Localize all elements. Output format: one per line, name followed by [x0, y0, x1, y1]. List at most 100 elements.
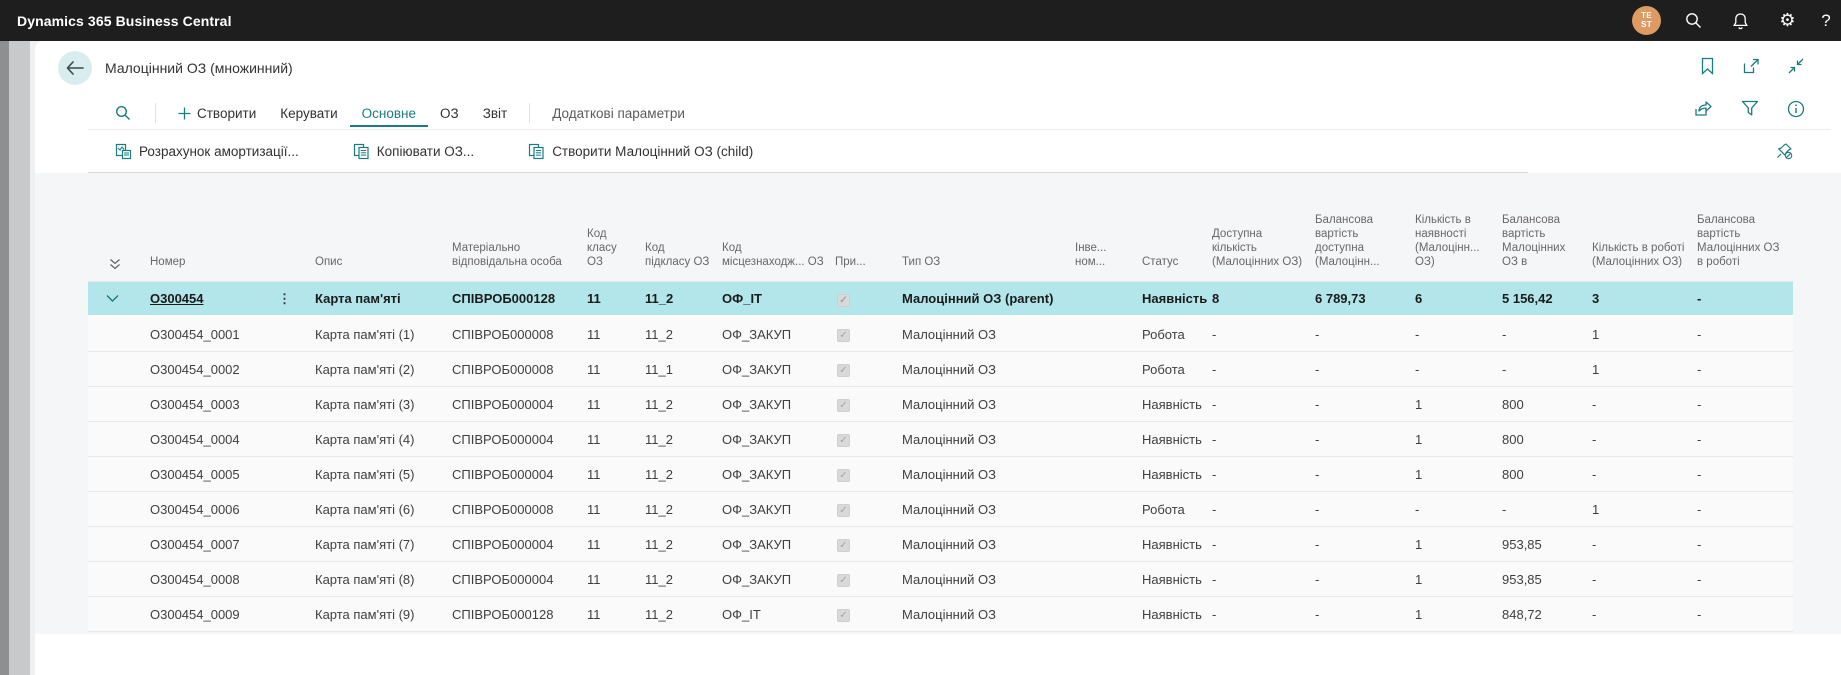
column-header-inwork-book-value[interactable]: Балансова вартість Малоцінних ОЗ в робот…	[1697, 213, 1793, 281]
filter-icon[interactable]	[1741, 100, 1759, 118]
cell-onhand-qty[interactable]: 1	[1415, 572, 1502, 587]
table-row[interactable]: О300454_0003Карта пам'яті (3)СПІВРОБ0000…	[88, 387, 1793, 422]
lookup-link[interactable]: 11_2	[645, 291, 673, 306]
cell-available-book-value[interactable]: -	[1315, 362, 1415, 377]
cell-inwork-qty[interactable]: -	[1592, 572, 1697, 587]
cell-number[interactable]: О300454_0008	[150, 572, 315, 587]
table-row[interactable]: О300454_0002Карта пам'яті (2)СПІВРОБ0000…	[88, 352, 1793, 387]
cell-responsible-person[interactable]: СПІВРОБ000008	[452, 502, 587, 517]
cell-class-code[interactable]: 11	[587, 291, 645, 306]
cell-description[interactable]: Карта пам'яті (5)	[315, 467, 452, 482]
cell-available-qty[interactable]: -	[1212, 362, 1315, 377]
table-row[interactable]: О300454_0007 Карта пам'яті (7)СПІВРОБ0000…	[88, 527, 1793, 562]
cell-number[interactable]: О300454_0007	[150, 537, 315, 552]
cell-class-code[interactable]: 11	[587, 362, 645, 377]
cell-inwork-qty[interactable]: 1	[1592, 362, 1697, 377]
cell-fa-type[interactable]: Малоцінний ОЗ	[902, 362, 1075, 377]
cell-status[interactable]: Робота	[1142, 327, 1212, 342]
cell-description[interactable]: Карта пам'яті	[315, 291, 452, 306]
cell-fa-type[interactable]: Малоцінний ОЗ	[902, 572, 1075, 587]
cell-subclass-code[interactable]: 11_2	[645, 572, 722, 587]
open-in-new-window-icon[interactable]	[1742, 57, 1760, 75]
cell-available-book-value[interactable]: -	[1315, 327, 1415, 342]
cell-class-code[interactable]: 11	[587, 607, 645, 622]
cell-status[interactable]: Робота	[1142, 362, 1212, 377]
cell-description[interactable]: Карта пам'яті (9)	[315, 607, 452, 622]
cell-available-book-value[interactable]: -	[1315, 432, 1415, 447]
cell-responsible-person[interactable]: СПІВРОБ000004	[452, 537, 587, 552]
unpin-icon[interactable]	[1775, 141, 1795, 161]
cell-responsible-person[interactable]: СПІВРОБ000008	[452, 327, 587, 342]
cell-description[interactable]: Карта пам'яті (6)	[315, 502, 452, 517]
list-search-icon[interactable]	[101, 105, 145, 121]
action-create-child[interactable]: Створити Малоцінний ОЗ (child)	[528, 143, 753, 160]
column-header-location-code[interactable]: Код місцезнаходж... ОЗ	[722, 241, 835, 281]
table-row[interactable]: О300454_0004Карта пам'яті (4)СПІВРОБ0000…	[88, 422, 1793, 457]
cell-onhand-qty[interactable]: -	[1415, 362, 1502, 377]
bookmark-icon[interactable]	[1700, 57, 1715, 75]
record-link[interactable]: О300454_0003	[150, 397, 240, 412]
cell-available-book-value[interactable]: -	[1315, 572, 1415, 587]
cell-onhand-qty[interactable]: -	[1415, 327, 1502, 342]
cell-onhand-qty[interactable]: 1	[1415, 467, 1502, 482]
cell-class-code[interactable]: 11	[587, 537, 645, 552]
cell-available-qty[interactable]: -	[1212, 537, 1315, 552]
cell-responsible-person[interactable]: СПІВРОБ000004	[452, 397, 587, 412]
cell-subclass-code[interactable]: 11_2	[645, 291, 722, 306]
cell-class-code[interactable]: 11	[587, 467, 645, 482]
cell-class-code[interactable]: 11	[587, 502, 645, 517]
cell-onhand-book-value[interactable]: 848,72	[1502, 607, 1592, 622]
cell-fa-type[interactable]: Малоцінний ОЗ (parent)	[902, 291, 1075, 306]
cell-available-qty[interactable]: 8	[1212, 291, 1315, 306]
cell-onhand-qty[interactable]: 1	[1415, 397, 1502, 412]
cell-location-code[interactable]: ОФ_ЗАКУП	[722, 397, 835, 412]
cell-inwork-book-value[interactable]: -	[1697, 572, 1793, 587]
lookup-link[interactable]: СПІВРОБ000128	[452, 291, 555, 306]
row-expand-chevron-icon[interactable]	[88, 294, 150, 303]
cell-inwork-book-value[interactable]: -	[1697, 432, 1793, 447]
column-header-available-qty[interactable]: Доступна кількість (Малоцінних ОЗ)	[1212, 227, 1315, 281]
action-copy-fa[interactable]: Копіювати ОЗ...	[353, 143, 474, 160]
cell-inwork-qty[interactable]: -	[1592, 607, 1697, 622]
record-link[interactable]: О300454_0005	[150, 467, 240, 482]
table-row[interactable]: О300454_0006 Карта пам'яті (6)СПІВРОБ0000…	[88, 492, 1793, 527]
cell-location-code[interactable]: ОФ_ЗАКУП	[722, 432, 835, 447]
record-link[interactable]: О300454_0007	[150, 537, 240, 552]
column-header-onhand-book-value[interactable]: Балансова вартість Малоцінних ОЗ в	[1502, 213, 1592, 281]
column-header-status[interactable]: Статус	[1142, 255, 1212, 281]
cell-class-code[interactable]: 11	[587, 572, 645, 587]
cell-inwork-book-value[interactable]: -	[1697, 362, 1793, 377]
cell-description[interactable]: Карта пам'яті (7)	[315, 537, 452, 552]
cell-available-book-value[interactable]: -	[1315, 502, 1415, 517]
notifications-bell-icon[interactable]	[1717, 0, 1764, 41]
cell-location-code[interactable]: ОФ_ІТ	[722, 607, 835, 622]
cell-fa-type[interactable]: Малоцінний ОЗ	[902, 502, 1075, 517]
cell-onhand-qty[interactable]: 1	[1415, 537, 1502, 552]
record-link[interactable]: О300454_0006	[150, 502, 240, 517]
cell-status[interactable]: Наявність	[1142, 291, 1212, 306]
cell-available-qty[interactable]: -	[1212, 432, 1315, 447]
record-link[interactable]: О300454_0001	[150, 327, 240, 342]
cell-available-qty[interactable]: -	[1212, 467, 1315, 482]
cell-available-qty[interactable]: -	[1212, 327, 1315, 342]
column-header-fa-type[interactable]: Тип ОЗ	[902, 255, 1075, 281]
cell-inwork-book-value[interactable]: -	[1697, 502, 1793, 517]
cell-fa-type[interactable]: Малоцінний ОЗ	[902, 397, 1075, 412]
cell-status[interactable]: Наявність	[1142, 397, 1212, 412]
cell-responsible-person[interactable]: СПІВРОБ000008	[452, 362, 587, 377]
cell-onhand-book-value[interactable]: 800	[1502, 467, 1592, 482]
settings-gear-icon[interactable]: ⚙	[1764, 0, 1811, 41]
cell-available-qty[interactable]: -	[1212, 397, 1315, 412]
cell-subclass-code[interactable]: 11_2	[645, 467, 722, 482]
cell-subclass-code[interactable]: 11_2	[645, 397, 722, 412]
search-icon[interactable]	[1670, 0, 1717, 41]
cell-number[interactable]: О300454⋮	[150, 291, 315, 306]
cell-inwork-book-value[interactable]: -	[1697, 327, 1793, 342]
cell-status[interactable]: Наявність	[1142, 432, 1212, 447]
cell-number[interactable]: О300454_0003	[150, 397, 315, 412]
cell-inwork-book-value[interactable]: -	[1697, 291, 1793, 306]
table-row[interactable]: О300454_0008Карта пам'яті (8)СПІВРОБ0000…	[88, 562, 1793, 597]
cell-responsible-person[interactable]: СПІВРОБ000128	[452, 607, 587, 622]
column-header-number[interactable]: Номер	[150, 255, 315, 281]
cell-class-code[interactable]: 11	[587, 397, 645, 412]
